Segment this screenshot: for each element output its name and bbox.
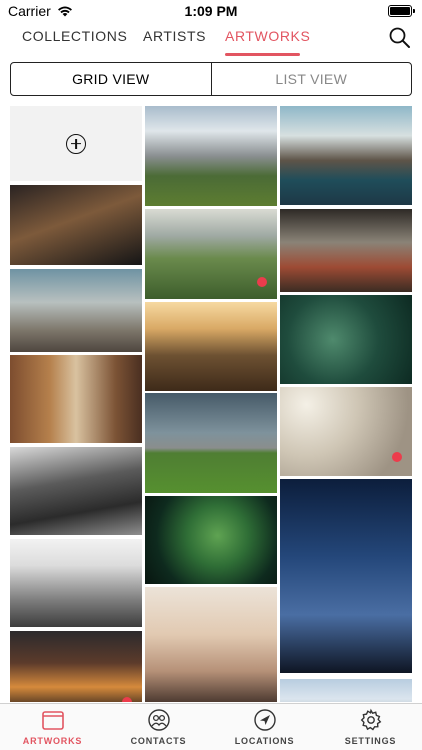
tabbar-item-locations[interactable]: LOCATIONS <box>212 708 317 746</box>
tabbar-item-contacts[interactable]: CONTACTS <box>106 708 211 746</box>
tabbar-label: CONTACTS <box>130 736 187 746</box>
tabbar-label: ARTWORKS <box>22 736 83 746</box>
status-dot <box>392 452 402 462</box>
status-dot <box>257 277 267 287</box>
artwork-tile[interactable] <box>145 496 277 584</box>
artwork-tile[interactable] <box>280 106 412 205</box>
artwork-grid <box>0 106 422 702</box>
tabbar-item-artworks[interactable]: ARTWORKS <box>0 708 105 746</box>
tabbar-label: SETTINGS <box>344 736 397 746</box>
view-toggle: GRID VIEW LIST VIEW <box>10 62 412 96</box>
status-dot <box>122 697 132 702</box>
tab-artists[interactable]: ARTISTS <box>143 28 206 44</box>
artwork-tile[interactable] <box>280 209 412 292</box>
artwork-tile[interactable] <box>280 479 412 673</box>
artwork-tile[interactable] <box>10 269 142 352</box>
artwork-tile[interactable] <box>10 631 142 702</box>
top-tabs: COLLECTIONS ARTISTS ARTWORKS <box>0 24 422 56</box>
artwork-tile[interactable] <box>280 295 412 384</box>
tabbar-item-settings[interactable]: SETTINGS <box>318 708 422 746</box>
artwork-tile[interactable] <box>145 302 277 391</box>
artwork-tile[interactable] <box>145 587 277 702</box>
list-view-button[interactable]: LIST VIEW <box>210 63 412 95</box>
tabbar-label: LOCATIONS <box>234 736 295 746</box>
gear-icon <box>360 708 381 731</box>
artworks-icon <box>41 711 64 730</box>
plus-circle-icon <box>66 133 86 154</box>
artwork-tile[interactable] <box>280 387 412 476</box>
add-artwork-button[interactable] <box>10 106 142 181</box>
status-time: 1:09 PM <box>184 3 238 19</box>
artwork-tile[interactable] <box>145 209 277 299</box>
artwork-tile[interactable] <box>10 447 142 535</box>
artwork-tile[interactable] <box>145 393 277 493</box>
tab-artworks[interactable]: ARTWORKS <box>225 28 310 44</box>
contacts-icon <box>147 709 170 731</box>
artwork-tile[interactable] <box>10 355 142 443</box>
artwork-tile[interactable] <box>145 106 277 206</box>
battery-icon <box>388 5 415 17</box>
artwork-tile[interactable] <box>10 185 142 265</box>
grid-view-button[interactable]: GRID VIEW <box>11 63 211 95</box>
artwork-tile[interactable] <box>280 679 412 702</box>
artwork-tile[interactable] <box>10 539 142 627</box>
status-bar: Carrier 1:09 PM <box>0 0 422 22</box>
active-tab-indicator <box>225 53 300 56</box>
location-arrow-icon <box>253 709 276 731</box>
search-icon <box>389 27 410 48</box>
tab-collections[interactable]: COLLECTIONS <box>22 28 127 44</box>
bottom-tab-bar: ARTWORKS CONTACTS LOCATIONS SETTINGS <box>0 703 422 750</box>
search-button[interactable] <box>388 26 412 50</box>
